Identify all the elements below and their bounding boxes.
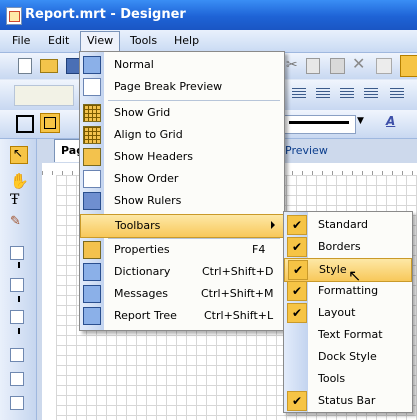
menu-item-align-to-grid[interactable]: Align to Grid: [80, 124, 284, 146]
rulers-icon: [83, 192, 101, 210]
menu-bar: File Edit View Tools Help: [0, 30, 417, 53]
messages-icon: [83, 285, 101, 303]
check-icon: ✔: [287, 303, 307, 323]
menu-item-show-headers[interactable]: Show Headers: [80, 146, 284, 168]
align-top-icon[interactable]: [390, 88, 404, 100]
toolbars-submenu: ✔ Standard ✔ Borders ✔ Style ✔ Formattin…: [283, 211, 413, 413]
report-tree-icon: [83, 307, 101, 325]
hand-icon[interactable]: ✋: [10, 172, 29, 190]
check-icon: ✔: [288, 260, 308, 280]
menu-tools[interactable]: Tools: [130, 34, 157, 50]
title-bar: Report.mrt - Designer: [0, 0, 417, 30]
undo-icon[interactable]: [376, 58, 392, 74]
submenu-item-text-format[interactable]: Text Format: [284, 324, 412, 346]
menu-item-report-tree[interactable]: Report Tree Ctrl+Shift+L: [80, 305, 284, 327]
select-pointer-icon[interactable]: [10, 146, 28, 164]
menu-item-dictionary[interactable]: Dictionary Ctrl+Shift+D: [80, 261, 284, 283]
richtext-icon[interactable]: [10, 372, 24, 386]
menu-item-normal[interactable]: Normal: [80, 54, 284, 76]
check-icon: ✔: [287, 281, 307, 301]
menu-item-show-grid[interactable]: Show Grid: [80, 102, 284, 124]
align-right-icon[interactable]: [340, 88, 354, 100]
copy-icon[interactable]: [306, 58, 320, 74]
style-combo[interactable]: [14, 85, 74, 106]
text-tool-icon[interactable]: Ŧ: [10, 192, 26, 208]
headers-icon: [83, 148, 101, 166]
view-menu: Normal Page Break Preview Show Grid Alig…: [79, 51, 285, 331]
dictionary-icon: [83, 263, 101, 281]
align-grid-icon: [83, 126, 101, 144]
normal-view-icon: [83, 56, 101, 74]
text-component-icon[interactable]: [10, 348, 24, 362]
menu-edit[interactable]: Edit: [48, 34, 69, 50]
submenu-item-dock-style[interactable]: Dock Style: [284, 346, 412, 368]
grid-icon: [83, 104, 101, 122]
grid-toolbar-icon[interactable]: [400, 55, 417, 77]
submenu-item-layout[interactable]: ✔ Layout: [284, 302, 412, 324]
mouse-cursor-icon: ↖: [348, 266, 362, 285]
menu-item-messages[interactable]: Messages Ctrl+Shift+M: [80, 283, 284, 305]
window-title: Report.mrt - Designer: [25, 7, 186, 22]
cut-icon[interactable]: ✂: [286, 57, 302, 73]
font-color-icon[interactable]: A: [386, 114, 404, 132]
databand-icon[interactable]: [10, 278, 24, 292]
brush-icon[interactable]: ✎: [10, 214, 26, 230]
image-icon[interactable]: [10, 396, 24, 410]
menu-view[interactable]: View: [80, 31, 121, 51]
tab-preview[interactable]: Preview: [285, 142, 365, 160]
align-justify-icon[interactable]: [364, 88, 378, 100]
submenu-item-borders[interactable]: ✔ Borders: [284, 236, 412, 258]
line-style-combo[interactable]: [284, 115, 356, 134]
toolbox-separator: [18, 262, 20, 268]
menu-help[interactable]: Help: [174, 34, 199, 50]
paste-icon[interactable]: [330, 58, 345, 74]
menu-separator: [108, 100, 280, 101]
border-all-icon[interactable]: [16, 115, 34, 133]
toolbox-separator: [18, 328, 20, 334]
app-icon: [6, 7, 22, 25]
band-icon[interactable]: [10, 246, 24, 260]
delete-icon[interactable]: ✕: [352, 54, 368, 73]
new-report-icon[interactable]: [18, 58, 32, 74]
menu-item-properties[interactable]: Properties F4: [80, 239, 284, 261]
toolbox-separator: [18, 296, 20, 302]
submenu-item-standard[interactable]: ✔ Standard: [284, 214, 412, 236]
order-icon: [83, 170, 101, 188]
check-icon: ✔: [287, 391, 307, 411]
submenu-item-status-bar[interactable]: ✔ Status Bar: [284, 390, 412, 412]
check-icon: ✔: [287, 237, 307, 257]
crosstab-icon[interactable]: [10, 310, 24, 324]
menu-item-show-rulers[interactable]: Show Rulers: [80, 190, 284, 212]
menu-item-page-break-preview[interactable]: Page Break Preview: [80, 76, 284, 98]
menu-item-toolbars[interactable]: Toolbars: [80, 214, 284, 238]
border-frame-icon[interactable]: [40, 113, 60, 133]
chevron-down-icon[interactable]: ▼: [357, 116, 364, 126]
align-left-icon[interactable]: [292, 88, 306, 100]
align-center-icon[interactable]: [316, 88, 330, 100]
submenu-arrow-icon: [271, 221, 275, 229]
properties-icon: [83, 241, 101, 259]
menu-file[interactable]: File: [12, 34, 30, 50]
check-icon: ✔: [287, 215, 307, 235]
submenu-item-tools[interactable]: Tools: [284, 368, 412, 390]
open-folder-icon[interactable]: [40, 59, 58, 73]
vertical-ruler: [42, 175, 57, 420]
page-break-icon: [83, 78, 101, 96]
menu-item-show-order[interactable]: Show Order: [80, 168, 284, 190]
